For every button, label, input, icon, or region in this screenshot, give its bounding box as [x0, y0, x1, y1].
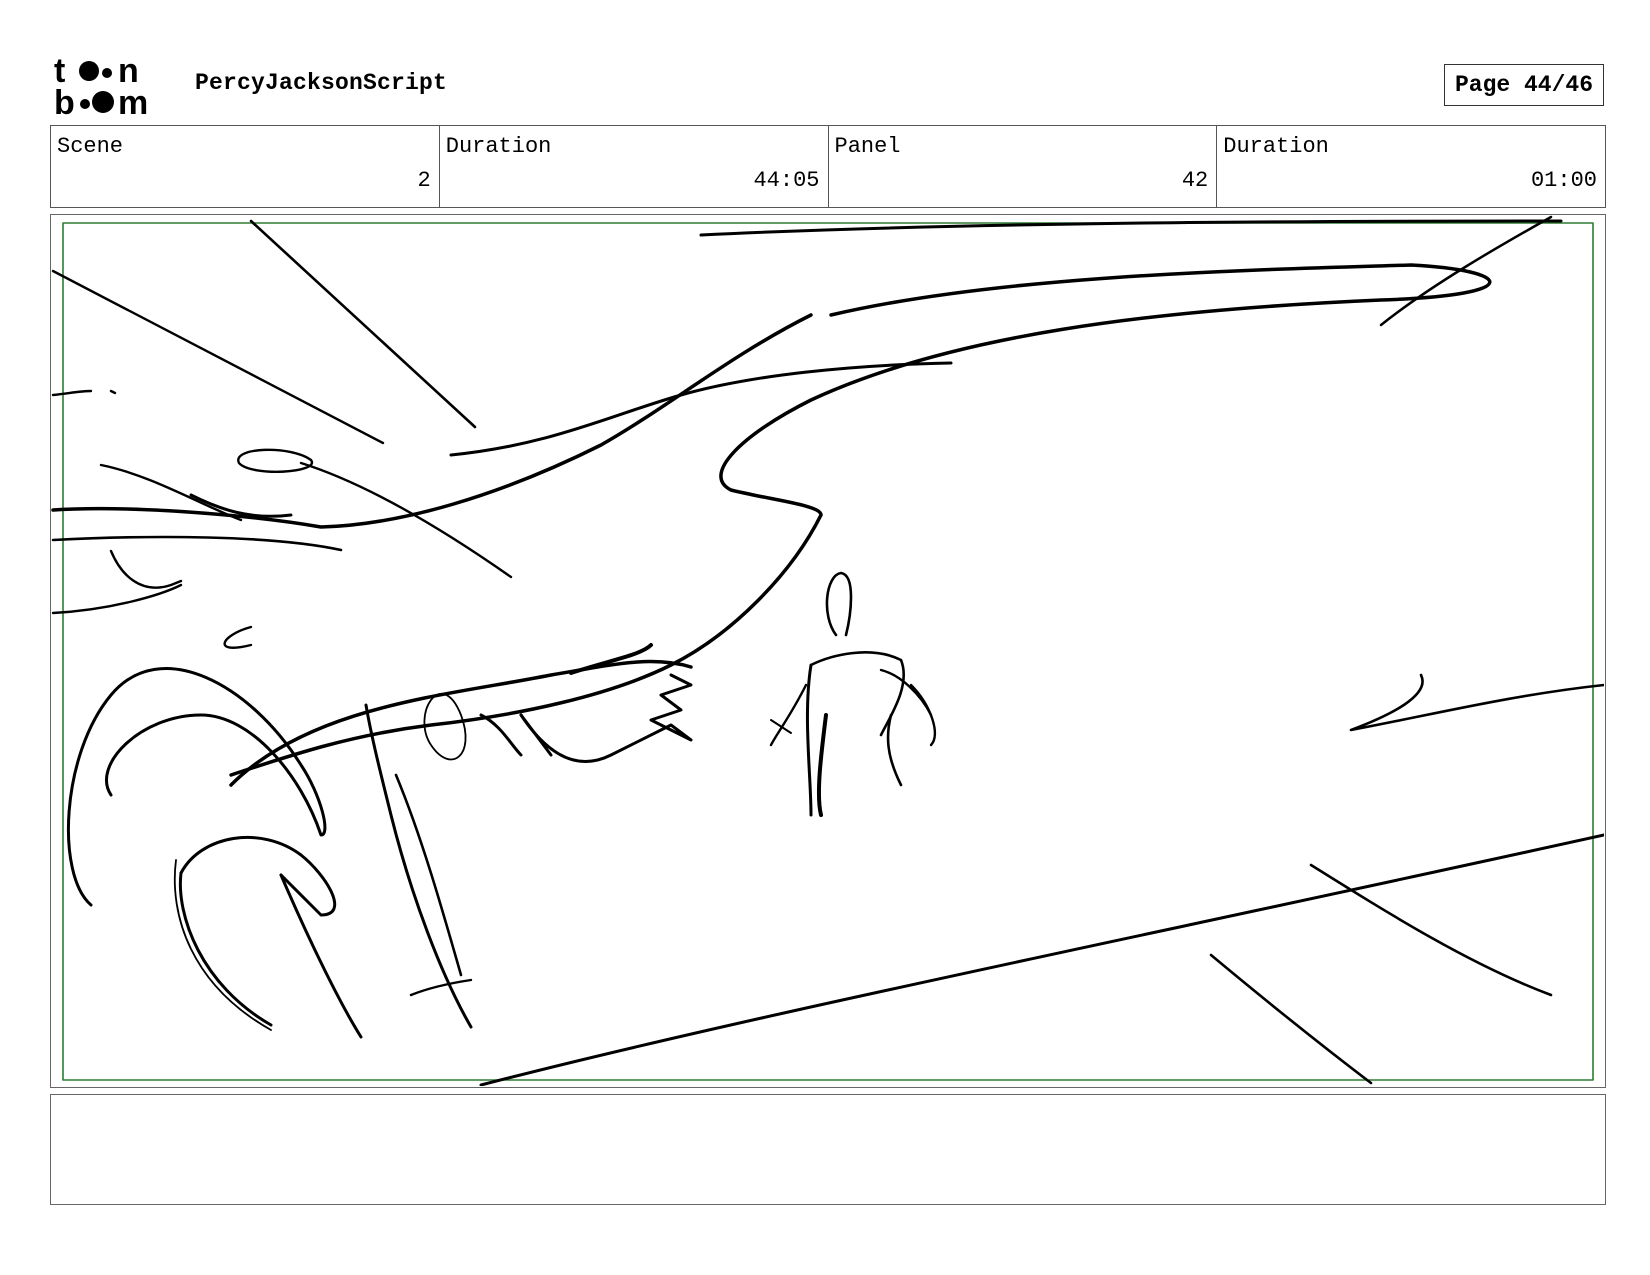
sketch-stroke	[1349, 673, 1604, 732]
sketch-stroke	[173, 859, 272, 1031]
sketch-stroke	[51, 313, 813, 529]
scene-duration-cell: Duration 44:05	[440, 126, 829, 207]
sketch-stroke	[51, 535, 343, 552]
panel-duration-cell: Duration 01:00	[1217, 126, 1605, 207]
script-title: PercyJacksonScript	[195, 70, 448, 96]
panel-notes-box	[50, 1094, 1606, 1205]
panel-duration-label: Duration	[1223, 134, 1329, 159]
panel-duration-value: 01:00	[1530, 168, 1597, 193]
sketch-stroke	[816, 713, 828, 817]
scene-duration-value: 44:05	[753, 168, 820, 193]
safe-frame	[62, 222, 1594, 1081]
sketch-stroke	[299, 461, 513, 579]
sketch-stroke	[1309, 863, 1553, 997]
toonboom-logo: t n b m	[54, 54, 172, 116]
svg-text:m: m	[118, 84, 148, 116]
sketch-stroke	[279, 873, 363, 1039]
sketch-stroke	[409, 978, 473, 997]
svg-text:b: b	[54, 84, 75, 116]
sketch-stroke	[51, 389, 93, 397]
sketch-stroke	[449, 361, 953, 457]
scene-value: 2	[417, 168, 431, 193]
sketch-stroke	[51, 583, 183, 615]
sketch-stroke	[249, 219, 477, 429]
sketch-stroke	[364, 703, 473, 1029]
sketch-stroke	[886, 713, 903, 787]
sketch-stroke	[909, 683, 937, 747]
sketch-stroke	[237, 448, 314, 473]
sketch-stroke	[770, 719, 792, 734]
scene-label: Scene	[57, 134, 124, 159]
sketch-stroke	[569, 643, 653, 675]
panel-cell: Panel 42	[829, 126, 1218, 207]
sketch-stroke	[223, 625, 253, 649]
sketch-stroke	[179, 835, 337, 917]
sketch-stroke	[479, 833, 1604, 1086]
page-indicator: Page 44/46	[1444, 64, 1604, 106]
scene-duration-label: Duration	[445, 134, 552, 159]
storyboard-panel	[50, 214, 1606, 1088]
sketch-stroke	[769, 683, 808, 747]
sketch-stroke	[825, 571, 853, 637]
sketch-stroke	[178, 871, 273, 1027]
sketch-stroke	[229, 659, 693, 787]
panel-sketch	[51, 215, 1604, 1086]
sketch-stroke	[109, 549, 183, 589]
sketch-stroke	[1209, 953, 1373, 1085]
sketch-stroke	[479, 713, 523, 757]
sketch-stroke	[109, 389, 117, 395]
sketch-stroke	[66, 667, 327, 907]
sketch-stroke	[879, 668, 933, 717]
sketch-stroke	[394, 773, 463, 977]
page-indicator-label: Page 44/46	[1454, 72, 1594, 98]
toonboom-logo-icon: t n b m	[54, 54, 148, 116]
sketch-stroke	[519, 713, 553, 757]
panel-value: 42	[1181, 168, 1209, 193]
panel-info-table: Scene 2 Duration 44:05 Panel 42 Duration…	[50, 125, 1606, 208]
sketch-stroke	[805, 663, 813, 817]
panel-label: Panel	[834, 134, 901, 159]
scene-cell: Scene 2	[51, 126, 440, 207]
